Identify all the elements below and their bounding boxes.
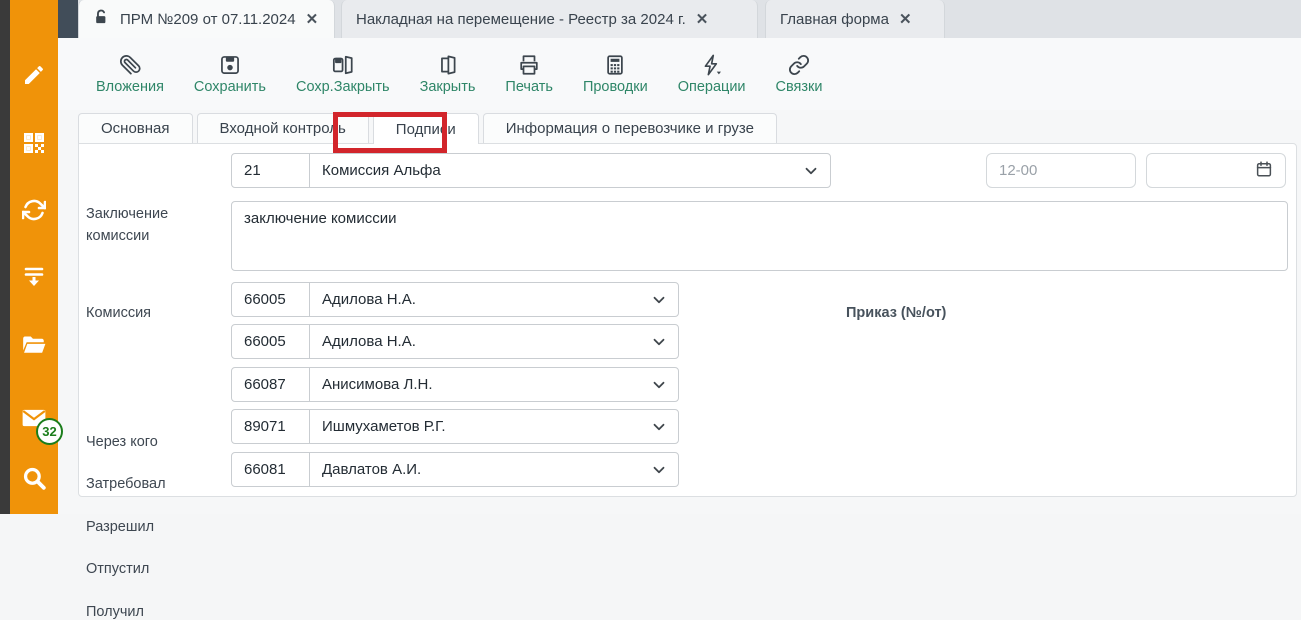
toolbar-button-label: Вложения xyxy=(96,79,164,95)
window-edge-strip xyxy=(0,0,10,514)
save-icon xyxy=(219,54,241,76)
signer-label: Получил xyxy=(86,604,144,620)
document-toolbar: Вложения Сохранить Сохр.Закрыть xyxy=(58,38,1301,110)
close-document-button[interactable]: Закрыть xyxy=(420,54,476,95)
lightning-dropdown-icon xyxy=(700,54,724,76)
pencil-icon[interactable] xyxy=(10,61,58,89)
signer-label: Отпустил xyxy=(86,561,149,577)
calculator-icon xyxy=(604,54,626,76)
window-tab-bar: ПРМ №209 от 07.11.2024 ✕ Накладная на пе… xyxy=(58,0,1301,38)
conclusion-label: Заключение комиссии xyxy=(86,204,211,248)
window-tab-document[interactable]: ПРМ №209 от 07.11.2024 ✕ xyxy=(78,0,335,38)
refresh-icon[interactable] xyxy=(10,196,58,224)
postings-button[interactable]: Проводки xyxy=(583,54,648,95)
tab-perevozchik-gruz[interactable]: Информация о перевозчике и грузе xyxy=(483,113,777,143)
signer-combobox-cherez-kogo[interactable]: 66005 Адилова Н.А. xyxy=(231,282,679,317)
chevron-down-icon[interactable] xyxy=(640,368,678,401)
operations-button[interactable]: Операции xyxy=(678,54,746,95)
print-button[interactable]: Печать xyxy=(505,54,553,95)
chevron-down-icon[interactable] xyxy=(640,325,678,358)
window-tab-register[interactable]: Накладная на перемещение - Реестр за 202… xyxy=(341,0,758,38)
commission-label: Комиссия xyxy=(86,305,151,321)
chevron-down-icon[interactable] xyxy=(640,453,678,486)
signer-name[interactable]: Адилова Н.А. xyxy=(310,325,640,358)
signer-combobox-zatreboval[interactable]: 66005 Адилова Н.А. xyxy=(231,324,679,359)
signer-name[interactable]: Адилова Н.А. xyxy=(310,283,640,316)
calendar-icon[interactable] xyxy=(1255,160,1273,182)
signer-code[interactable]: 66087 xyxy=(232,368,310,401)
tabbar-left-accent xyxy=(58,0,78,38)
chevron-down-icon[interactable] xyxy=(792,154,830,187)
toolbar-button-label: Сохранить xyxy=(194,79,266,95)
qr-code-icon[interactable] xyxy=(10,129,58,157)
export-list-icon[interactable] xyxy=(10,263,58,291)
links-button[interactable]: Связки xyxy=(776,54,823,95)
signer-code[interactable]: 66005 xyxy=(232,283,310,316)
toolbar-button-label: Сохр.Закрыть xyxy=(296,79,390,95)
signer-name[interactable]: Давлатов А.И. xyxy=(310,453,640,486)
chevron-down-icon[interactable] xyxy=(640,410,678,443)
mail-badge: 32 xyxy=(36,418,63,445)
signer-combobox-otpustil[interactable]: 89071 Ишмухаметов Р.Г. xyxy=(231,409,679,444)
mail-icon[interactable]: 32 xyxy=(10,404,58,432)
signer-code[interactable]: 89071 xyxy=(232,410,310,443)
signer-label: Разрешил xyxy=(86,519,154,535)
signer-code[interactable]: 66081 xyxy=(232,453,310,486)
tab-osnovnaya[interactable]: Основная xyxy=(78,113,193,143)
commission-name[interactable]: Комиссия Альфа xyxy=(310,154,792,187)
window-tab-main-form[interactable]: Главная форма ✕ xyxy=(765,0,945,38)
search-icon[interactable] xyxy=(10,464,58,492)
toolbar-button-label: Печать xyxy=(505,79,553,95)
save-close-button[interactable]: Сохр.Закрыть xyxy=(296,54,390,95)
close-icon[interactable]: ✕ xyxy=(899,10,912,28)
save-button[interactable]: Сохранить xyxy=(194,54,266,95)
signer-label: Через кого xyxy=(86,434,158,450)
link-icon xyxy=(788,54,810,76)
main-content: ПРМ №209 от 07.11.2024 ✕ Накладная на пе… xyxy=(58,0,1301,514)
signatures-panel: Комиссия 21 Комиссия Альфа Приказ (№/от)… xyxy=(78,143,1297,497)
paperclip-icon xyxy=(118,54,142,76)
toolbar-button-label: Связки xyxy=(776,79,823,95)
door-close-icon xyxy=(436,54,458,76)
order-label: Приказ (№/от) xyxy=(846,305,946,321)
window-tab-label: Главная форма xyxy=(780,11,889,28)
signer-name[interactable]: Анисимова Л.Н. xyxy=(310,368,640,401)
order-number-input[interactable]: 12-00 xyxy=(986,153,1136,188)
signer-combobox-razreshil[interactable]: 66087 Анисимова Л.Н. xyxy=(231,367,679,402)
window-tab-label: Накладная на перемещение - Реестр за 202… xyxy=(356,11,686,28)
attachments-button[interactable]: Вложения xyxy=(96,54,164,95)
conclusion-textarea[interactable]: заключение комиссии xyxy=(231,201,1288,271)
close-icon[interactable]: ✕ xyxy=(696,10,709,28)
printer-icon xyxy=(518,54,540,76)
tab-podpisi[interactable]: Подписи xyxy=(373,113,479,144)
commission-code[interactable]: 21 xyxy=(232,154,310,187)
folder-icon[interactable] xyxy=(10,331,58,359)
close-icon[interactable]: ✕ xyxy=(306,10,319,28)
window-tab-label: ПРМ №209 от 07.11.2024 xyxy=(120,11,296,28)
chevron-down-icon[interactable] xyxy=(640,283,678,316)
unlocked-padlock-icon xyxy=(93,9,110,30)
toolbar-button-label: Закрыть xyxy=(420,79,476,95)
tab-vhodnoy-kontrol[interactable]: Входной контроль xyxy=(197,113,369,143)
signer-code[interactable]: 66005 xyxy=(232,325,310,358)
toolbar-button-label: Проводки xyxy=(583,79,648,95)
commission-combobox[interactable]: 21 Комиссия Альфа xyxy=(231,153,831,188)
signer-label: Затребовал xyxy=(86,476,166,492)
order-date-input[interactable] xyxy=(1146,153,1286,188)
save-close-icon xyxy=(331,54,355,76)
signer-combobox-poluchil[interactable]: 66081 Давлатов А.И. xyxy=(231,452,679,487)
signer-name[interactable]: Ишмухаметов Р.Г. xyxy=(310,410,640,443)
toolbar-button-label: Операции xyxy=(678,79,746,95)
form-tab-bar: Основная Входной контроль Подписи Информ… xyxy=(78,113,781,143)
app-sidebar: 32 xyxy=(10,0,58,514)
